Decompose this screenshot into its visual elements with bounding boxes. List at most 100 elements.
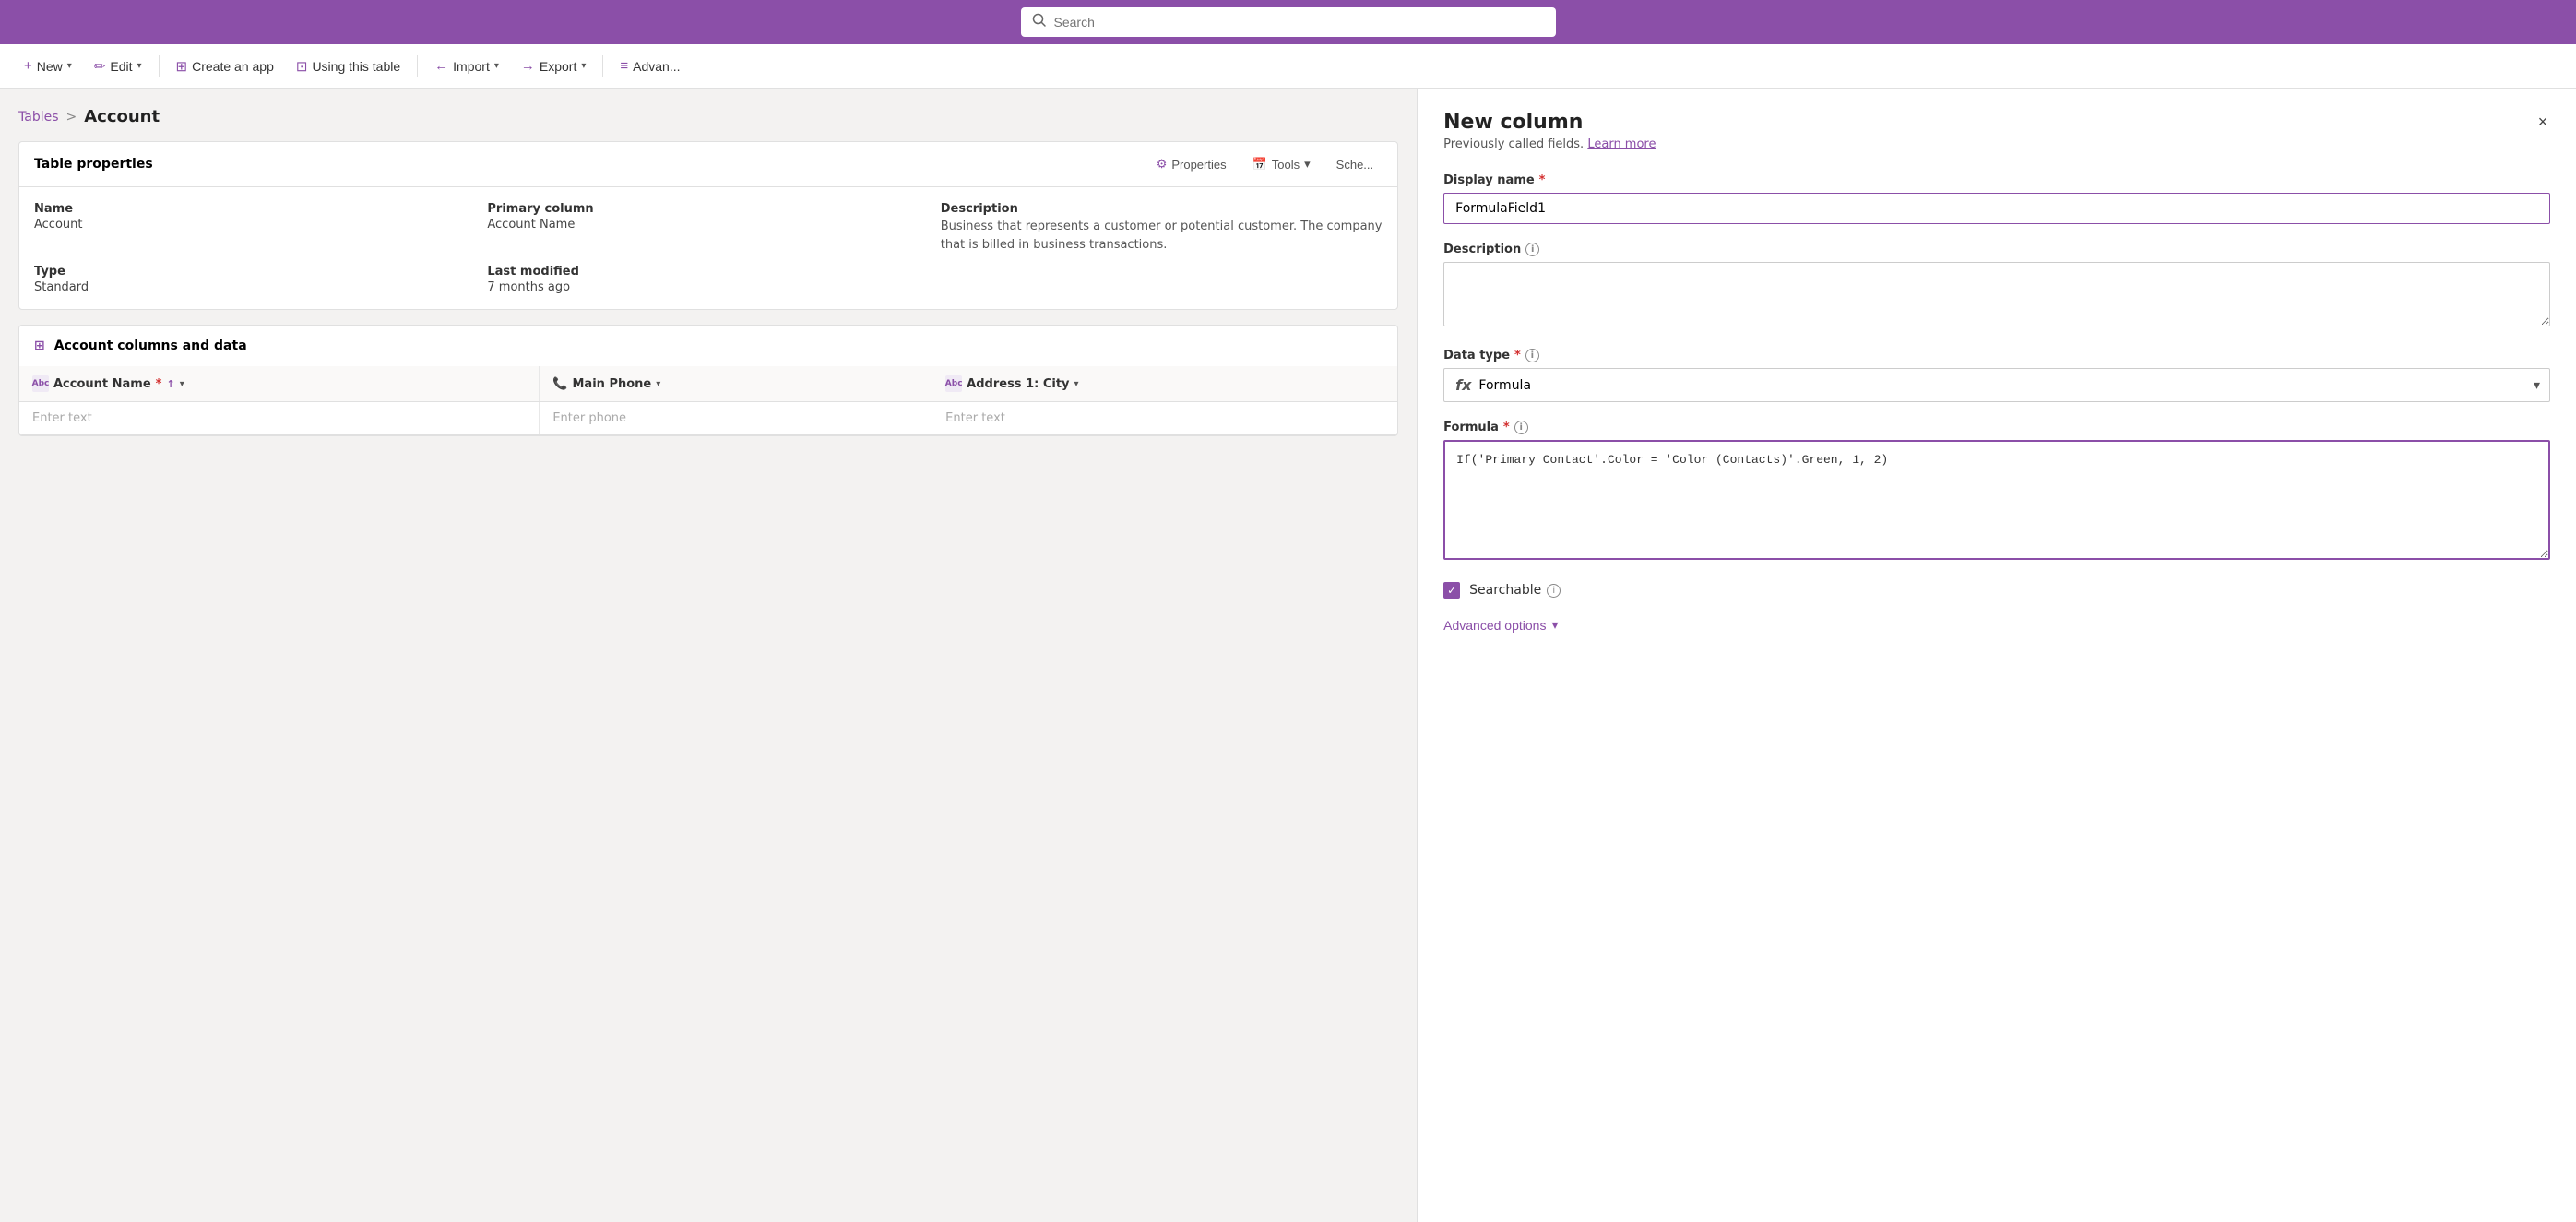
export-dropdown-icon: ▾: [581, 61, 586, 71]
sort-icon[interactable]: ↑: [166, 378, 174, 390]
data-type-info-icon[interactable]: i: [1525, 349, 1539, 362]
searchable-info-icon[interactable]: i: [1547, 584, 1561, 598]
advanced-options-button[interactable]: Advanced options ▾: [1443, 617, 1558, 633]
edit-icon: ✏: [94, 58, 106, 75]
name-prop-value: Account: [34, 218, 476, 231]
primary-col-prop-value: Account Name: [487, 218, 929, 231]
display-name-group: Display name *: [1443, 173, 2550, 224]
tools-btn-label: Tools: [1272, 158, 1300, 172]
last-modified-prop: Last modified 7 months ago: [487, 265, 929, 294]
type-prop-value: Standard: [34, 280, 476, 294]
left-panel: Tables > Account Table properties ⚙ Prop…: [0, 89, 1417, 1222]
columns-card: ⊞ Account columns and data Abc Account N…: [18, 325, 1398, 436]
data-type-value: Formula: [1478, 378, 1531, 393]
plus-icon: +: [24, 58, 32, 74]
edit-button[interactable]: ✏ Edit ▾: [85, 53, 151, 80]
properties-btn-label: Properties: [1171, 158, 1226, 172]
data-type-required: *: [1514, 349, 1521, 362]
tools-icon: 📅: [1252, 157, 1267, 172]
toolbar-separator: [159, 55, 160, 77]
breadcrumb: Tables > Account: [18, 107, 1398, 126]
using-table-button[interactable]: ⊡ Using this table: [287, 53, 410, 80]
abc-icon: Abc: [32, 375, 49, 392]
export-button[interactable]: → Export ▾: [512, 53, 596, 79]
description-info-icon[interactable]: i: [1525, 243, 1539, 256]
import-button[interactable]: ← Import ▾: [425, 53, 508, 79]
new-dropdown-icon: ▾: [67, 61, 72, 71]
col-header-account-name[interactable]: Abc Account Name * ↑ ▾: [19, 366, 540, 402]
chevron-down-icon: ▾: [2534, 378, 2540, 393]
advanced-options-chevron-icon: ▾: [1551, 617, 1558, 633]
table-icon: ⊡: [296, 58, 308, 75]
data-type-group: Data type * i fx Formula ▾: [1443, 349, 2550, 402]
table-properties-card: Table properties ⚙ Properties 📅 Tools ▾ …: [18, 141, 1398, 310]
primary-col-prop: Primary column Account Name: [487, 202, 929, 254]
advanced-options-label: Advanced options: [1443, 618, 1546, 633]
import-label: Import: [453, 59, 490, 74]
table-row: Enter text Enter phone Enter text: [19, 402, 1397, 435]
cell-enter-text-1[interactable]: Enter text: [19, 402, 540, 435]
formula-info-icon[interactable]: i: [1514, 421, 1528, 434]
columns-title: Account columns and data: [54, 338, 247, 353]
panel-close-button[interactable]: ×: [2528, 107, 2558, 136]
table-header-row: Abc Account Name * ↑ ▾ 📞 Main Phone: [19, 366, 1397, 402]
using-table-label: Using this table: [312, 59, 400, 74]
properties-icon: ⚙: [1157, 157, 1168, 172]
description-label-text: Description: [1443, 243, 1521, 256]
breadcrumb-current: Account: [84, 107, 160, 126]
col1-dropdown-icon[interactable]: ▾: [180, 379, 184, 389]
display-name-input[interactable]: [1443, 193, 2550, 224]
searchable-label: Searchable i: [1469, 583, 1561, 598]
data-type-label-text: Data type: [1443, 349, 1510, 362]
new-button[interactable]: + New ▾: [15, 53, 81, 79]
main-phone-col-label: Main Phone: [573, 377, 652, 391]
toolbar-separator-3: [602, 55, 603, 77]
search-box[interactable]: [1021, 7, 1556, 37]
name-prop: Name Account: [34, 202, 476, 254]
panel-subtitle-text: Previously called fields.: [1443, 137, 1584, 151]
display-name-required: *: [1539, 173, 1546, 187]
last-modified-prop-value: 7 months ago: [487, 280, 929, 294]
searchable-checkbox[interactable]: ✓: [1443, 582, 1460, 599]
description-label: Description i: [1443, 243, 2550, 256]
schedule-button[interactable]: Sche...: [1327, 153, 1383, 175]
import-icon: ←: [434, 58, 448, 74]
description-group: Description i: [1443, 243, 2550, 330]
cell-enter-phone[interactable]: Enter phone: [540, 402, 932, 435]
learn-more-link[interactable]: Learn more: [1587, 137, 1656, 151]
col3-dropdown-icon[interactable]: ▾: [1074, 379, 1079, 389]
name-prop-label: Name: [34, 202, 476, 216]
import-dropdown-icon: ▾: [494, 61, 499, 71]
col-header-address-city[interactable]: Abc Address 1: City ▾: [932, 366, 1397, 402]
main-layout: Tables > Account Table properties ⚙ Prop…: [0, 89, 2576, 1222]
description-input[interactable]: [1443, 262, 2550, 326]
type-prop: Type Standard: [34, 265, 476, 294]
search-icon: [1032, 13, 1047, 31]
create-app-label: Create an app: [192, 59, 274, 74]
search-input[interactable]: [1054, 15, 1545, 30]
description-prop-value: Business that represents a customer or p…: [941, 218, 1383, 254]
properties-button[interactable]: ⚙ Properties: [1147, 153, 1236, 175]
table-properties-header: Table properties ⚙ Properties 📅 Tools ▾ …: [19, 142, 1397, 187]
col-header-main-phone[interactable]: 📞 Main Phone ▾: [540, 366, 932, 402]
breadcrumb-tables-link[interactable]: Tables: [18, 110, 59, 125]
account-name-col-label: Account Name: [53, 377, 151, 391]
tools-dropdown-icon: ▾: [1304, 157, 1311, 172]
export-label: Export: [540, 59, 576, 74]
tools-button[interactable]: 📅 Tools ▾: [1243, 153, 1320, 175]
formula-required: *: [1503, 421, 1510, 434]
description-prop-label: Description: [941, 202, 1383, 216]
data-type-label: Data type * i: [1443, 349, 2550, 362]
formula-editor[interactable]: If('Primary Contact'.Color = 'Color (Con…: [1443, 440, 2550, 560]
advanced-button[interactable]: ≡ Advan...: [611, 53, 689, 79]
create-app-icon: ⊞: [176, 58, 188, 75]
formula-fx-icon: fx: [1455, 376, 1471, 394]
description-prop: Description Business that represents a c…: [941, 202, 1383, 254]
col2-dropdown-icon[interactable]: ▾: [656, 379, 660, 389]
data-type-select[interactable]: fx Formula ▾: [1443, 368, 2550, 402]
city-col-label: Address 1: City: [967, 377, 1069, 391]
create-app-button[interactable]: ⊞ Create an app: [167, 53, 283, 80]
toolbar: + New ▾ ✏ Edit ▾ ⊞ Create an app ⊡ Using…: [0, 44, 2576, 89]
cell-enter-text-2[interactable]: Enter text: [932, 402, 1397, 435]
advan-label: Advan...: [633, 59, 680, 74]
